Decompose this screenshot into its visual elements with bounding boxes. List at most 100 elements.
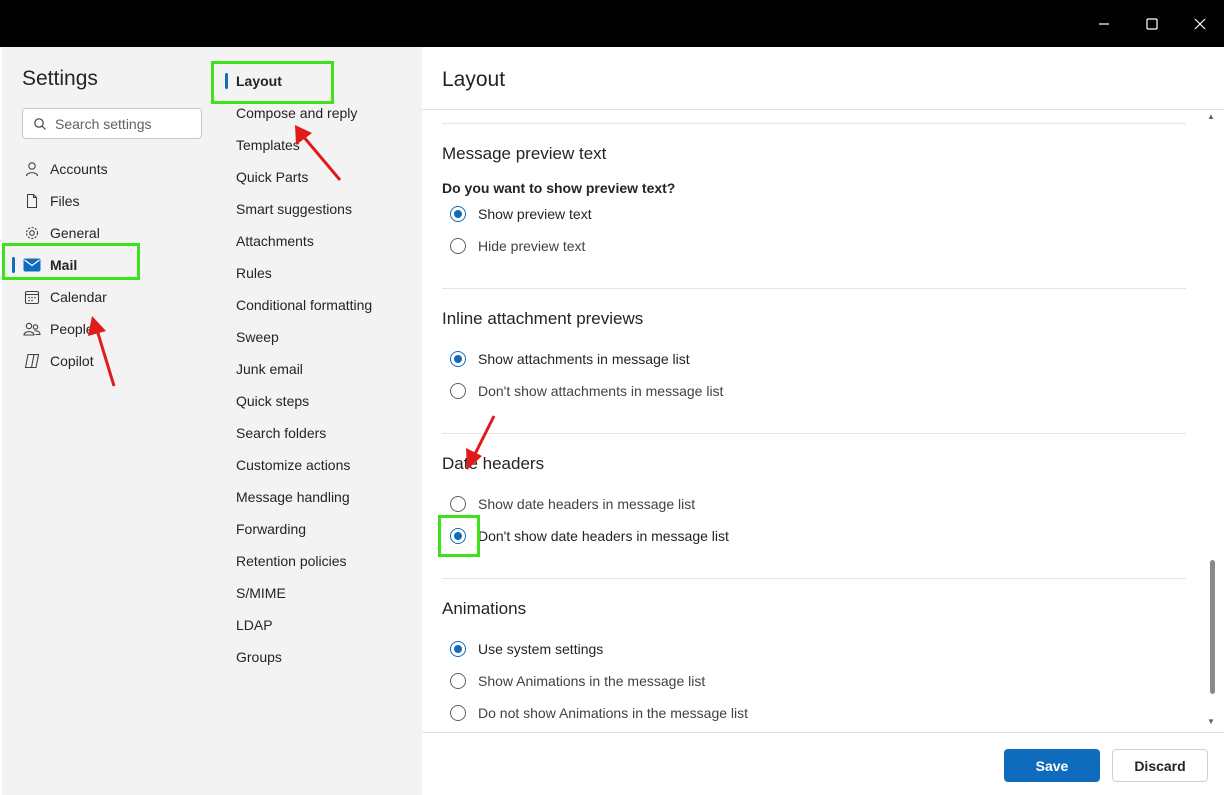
subnav-item-conditional-formatting[interactable]: Conditional formatting bbox=[236, 289, 372, 321]
radio-label: Hide preview text bbox=[478, 238, 586, 254]
sidebar-item-calendar[interactable]: Calendar bbox=[2, 281, 221, 313]
search-icon bbox=[34, 117, 46, 130]
settings-title: Settings bbox=[22, 67, 98, 90]
subnav-item-templates[interactable]: Templates bbox=[236, 129, 300, 161]
sidebar-item-files[interactable]: Files bbox=[2, 185, 221, 217]
radio-label: Show Animations in the message list bbox=[478, 673, 706, 689]
sidebar-item-label: Accounts bbox=[50, 161, 108, 177]
radio-show-attachments[interactable]: Show attachments in message list bbox=[450, 347, 690, 371]
calendar-icon bbox=[22, 287, 42, 307]
subnav-item-smart-suggestions[interactable]: Smart suggestions bbox=[236, 193, 352, 225]
people-icon bbox=[22, 319, 42, 339]
radio-label: Use system settings bbox=[478, 641, 604, 657]
sidebar-item-label: Copilot bbox=[50, 353, 94, 369]
radio-button[interactable] bbox=[450, 641, 466, 657]
section-divider bbox=[442, 433, 1186, 434]
close-button[interactable] bbox=[1188, 12, 1212, 36]
radio-dont-show-attachments[interactable]: Don't show attachments in message list bbox=[450, 379, 723, 403]
page-title: Layout bbox=[442, 68, 506, 91]
radio-button[interactable] bbox=[450, 206, 466, 222]
radio-dont-show-date-headers[interactable]: Don't show date headers in message list bbox=[450, 524, 729, 548]
preview-question: Do you want to show preview text? bbox=[442, 180, 676, 196]
subnav-item-retention-policies[interactable]: Retention policies bbox=[236, 545, 347, 577]
radio-button[interactable] bbox=[450, 238, 466, 254]
subnav-item-quick-steps[interactable]: Quick steps bbox=[236, 385, 309, 417]
sidebar-item-label: Files bbox=[50, 193, 80, 209]
radio-show-date-headers[interactable]: Show date headers in message list bbox=[450, 492, 695, 516]
scroll-down-arrow[interactable]: ▼ bbox=[1207, 717, 1215, 726]
sidebar-item-accounts[interactable]: Accounts bbox=[2, 153, 221, 185]
sidebar-item-mail[interactable]: Mail bbox=[2, 249, 221, 281]
subnav-item-forwarding[interactable]: Forwarding bbox=[236, 513, 306, 545]
window-titlebar bbox=[0, 0, 1224, 47]
scrollbar-thumb[interactable] bbox=[1210, 560, 1215, 694]
radio-button[interactable] bbox=[450, 383, 466, 399]
selection-indicator bbox=[225, 73, 228, 89]
radio-button[interactable] bbox=[450, 528, 466, 544]
section-title-date-headers: Date headers bbox=[442, 454, 545, 473]
radio-button[interactable] bbox=[450, 496, 466, 512]
subnav-item-compose-and-reply[interactable]: Compose and reply bbox=[236, 97, 357, 129]
discard-button[interactable]: Discard bbox=[1112, 749, 1208, 782]
radio-use-system-settings[interactable]: Use system settings bbox=[450, 637, 603, 661]
scroll-up-arrow[interactable]: ▲ bbox=[1207, 112, 1215, 121]
settings-sidebar: Settings Accounts Files General Mail Cal… bbox=[2, 47, 221, 795]
section-divider bbox=[442, 578, 1186, 579]
sidebar-item-copilot[interactable]: Copilot bbox=[2, 345, 221, 377]
maximize-icon bbox=[1146, 18, 1158, 30]
sidebar-item-label: Mail bbox=[50, 257, 78, 273]
radio-button[interactable] bbox=[450, 351, 466, 367]
person-icon bbox=[22, 159, 42, 179]
section-title-animations: Animations bbox=[442, 599, 527, 618]
radio-show-preview-text[interactable]: Show preview text bbox=[450, 202, 592, 226]
mail-icon bbox=[22, 255, 42, 275]
header-divider bbox=[422, 109, 1224, 110]
subnav-item-sweep[interactable]: Sweep bbox=[236, 321, 279, 353]
section-divider bbox=[442, 288, 1186, 289]
close-icon bbox=[1194, 18, 1206, 30]
sidebar-item-label: General bbox=[50, 225, 100, 241]
section-title-message-preview: Message preview text bbox=[442, 144, 607, 163]
subnav-item-ldap[interactable]: LDAP bbox=[236, 609, 273, 641]
subnav-item-groups[interactable]: Groups bbox=[236, 641, 282, 673]
save-button[interactable]: Save bbox=[1004, 749, 1100, 782]
subnav-item-junk-email[interactable]: Junk email bbox=[236, 353, 303, 385]
radio-label: Show date headers in message list bbox=[478, 496, 696, 512]
subnav-item-search-folders[interactable]: Search folders bbox=[236, 417, 326, 449]
subnav-item-customize-actions[interactable]: Customize actions bbox=[236, 449, 350, 481]
radio-button[interactable] bbox=[450, 705, 466, 721]
subnav-item-attachments[interactable]: Attachments bbox=[236, 225, 314, 257]
section-divider bbox=[442, 123, 1186, 124]
sidebar-item-label: People bbox=[50, 321, 94, 337]
settings-content: Layout Message preview text Do you want … bbox=[422, 47, 1224, 795]
radio-show-animations[interactable]: Show Animations in the message list bbox=[450, 669, 705, 693]
gear-icon bbox=[22, 223, 42, 243]
selection-indicator bbox=[12, 257, 15, 273]
radio-label: Show attachments in message list bbox=[478, 351, 690, 367]
search-input[interactable] bbox=[55, 115, 195, 132]
search-box[interactable] bbox=[22, 108, 202, 139]
radio-label: Don't show date headers in message list bbox=[478, 528, 729, 544]
radio-hide-preview-text[interactable]: Hide preview text bbox=[450, 234, 585, 258]
file-icon bbox=[22, 191, 42, 211]
radio-do-not-show-animations[interactable]: Do not show Animations in the message li… bbox=[450, 701, 748, 725]
radio-button[interactable] bbox=[450, 673, 466, 689]
sidebar-item-label: Calendar bbox=[50, 289, 107, 305]
subnav-item-message-handling[interactable]: Message handling bbox=[236, 481, 350, 513]
subnav-item-layout[interactable]: Layout bbox=[236, 65, 282, 97]
sidebar-item-general[interactable]: General bbox=[2, 217, 221, 249]
radio-label: Do not show Animations in the message li… bbox=[478, 705, 749, 721]
maximize-button[interactable] bbox=[1140, 12, 1164, 36]
minimize-button[interactable] bbox=[1092, 12, 1116, 36]
subnav-item-rules[interactable]: Rules bbox=[236, 257, 272, 289]
radio-label: Show preview text bbox=[478, 206, 592, 222]
minimize-icon bbox=[1099, 23, 1109, 25]
mail-subnav: Layout Compose and reply Templates Quick… bbox=[221, 47, 422, 795]
sidebar-item-people[interactable]: People bbox=[2, 313, 221, 345]
subnav-item-quick-parts[interactable]: Quick Parts bbox=[236, 161, 308, 193]
subnav-item-smime[interactable]: S/MIME bbox=[236, 577, 286, 609]
section-title-inline-attachment: Inline attachment previews bbox=[442, 309, 644, 328]
settings-footer: Save Discard bbox=[422, 732, 1224, 795]
copilot-icon bbox=[22, 351, 42, 371]
radio-label: Don't show attachments in message list bbox=[478, 383, 724, 399]
